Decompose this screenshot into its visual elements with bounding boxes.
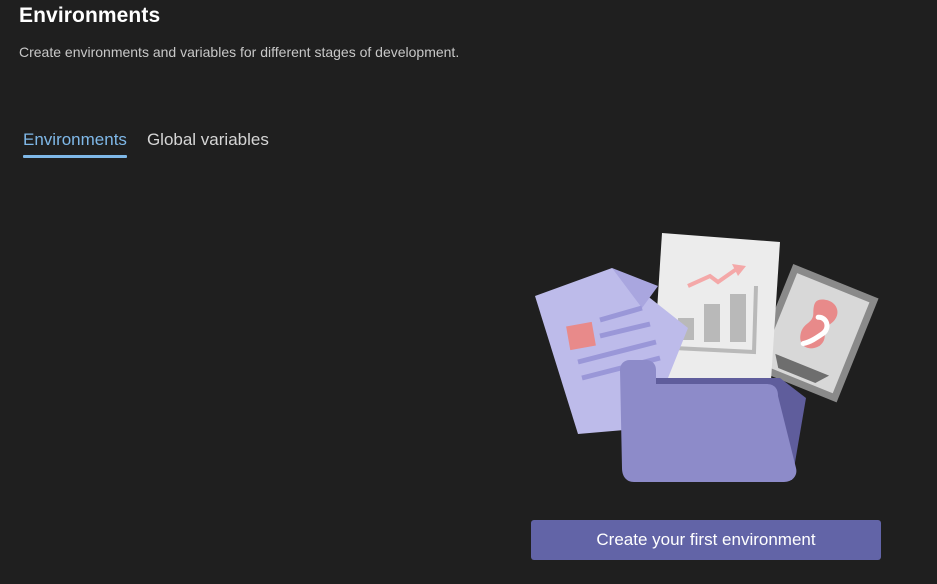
chart-document-icon xyxy=(652,233,780,396)
environments-page: Environments Create environments and var… xyxy=(0,0,937,584)
page-title: Environments xyxy=(19,4,161,27)
folder-icon xyxy=(620,360,806,482)
page-subtitle: Create environments and variables for di… xyxy=(19,44,460,60)
create-environment-button[interactable]: Create your first environment xyxy=(531,520,881,560)
tab-environments[interactable]: Environments xyxy=(23,129,127,158)
folder-with-documents-illustration xyxy=(535,233,879,482)
tab-bar: Environments Global variables xyxy=(23,129,269,158)
tab-global-variables[interactable]: Global variables xyxy=(147,129,269,155)
